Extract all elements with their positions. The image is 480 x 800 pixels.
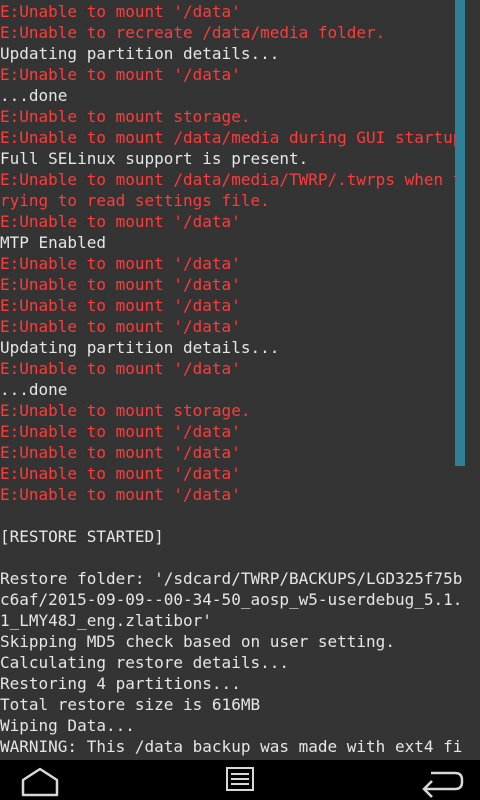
console-line: Restore folder: '/sdcard/TWRP/BACKUPS/LG… xyxy=(0,569,463,588)
console-error-line: E:Unable to mount storage. xyxy=(0,107,251,126)
console-error-line: E:Unable to mount '/data' xyxy=(0,212,241,231)
console-error-line: E:Unable to recreate /data/media folder. xyxy=(0,23,386,42)
console-line: ...done xyxy=(0,86,68,105)
console-error-line: E:Unable to mount '/data' xyxy=(0,2,241,21)
console-error-line: E:Unable to mount '/data' xyxy=(0,485,241,504)
console-line: Total restore size is 616MB xyxy=(0,695,261,714)
console-error-line: E:Unable to mount '/data' xyxy=(0,359,241,378)
console-error-line: E:Unable to mount '/data' xyxy=(0,317,241,336)
console-line: Wiping Data... xyxy=(0,716,135,735)
twrp-screen: E:Unable to mount '/data' E:Unable to rec… xyxy=(0,0,480,800)
console-error-line: E:Unable to mount '/data' xyxy=(0,422,241,441)
console-line: MTP Enabled xyxy=(0,233,106,252)
console-line: WARNING: This /data backup was made with… xyxy=(0,737,463,756)
console-menu-icon xyxy=(226,767,254,791)
console-scrollbar[interactable] xyxy=(455,0,465,466)
console-output[interactable]: E:Unable to mount '/data' E:Unable to rec… xyxy=(0,0,480,761)
home-icon xyxy=(21,767,59,797)
back-button[interactable] xyxy=(400,760,480,800)
console-line: Restoring 4 partitions... xyxy=(0,674,241,693)
console-error-line: E:Unable to mount '/data' xyxy=(0,464,241,483)
console-error-line: E:Unable to mount '/data' xyxy=(0,275,241,294)
console-line: [RESTORE STARTED] xyxy=(0,527,164,546)
navigation-bar xyxy=(0,760,480,800)
console-line: Full SELinux support is present. xyxy=(0,149,309,168)
console-line: Updating partition details... xyxy=(0,44,280,63)
console-line: Skipping MD5 check based on user setting… xyxy=(0,632,395,651)
console-error-line: E:Unable to mount '/data' xyxy=(0,65,241,84)
console-line: Calculating restore details... xyxy=(0,653,289,672)
home-button[interactable] xyxy=(0,760,80,800)
console-error-line: E:Unable to mount '/data' xyxy=(0,443,241,462)
console-error-line: E:Unable to mount /data/media during GUI… xyxy=(0,128,463,147)
console-line: ...done xyxy=(0,380,68,399)
console-error-line: E:Unable to mount '/data' xyxy=(0,254,241,273)
console-line: 1_LMY48J_eng.zlatibor' xyxy=(0,611,212,630)
console-error-line: rying to read settings file. xyxy=(0,191,270,210)
console-error-line: E:Unable to mount /data/media/TWRP/.twrp… xyxy=(0,170,463,189)
console-line: Updating partition details... xyxy=(0,338,280,357)
console-line: c6af/2015-09-09--00-34-50_aosp_w5-userde… xyxy=(0,590,463,609)
console-error-line: E:Unable to mount '/data' xyxy=(0,296,241,315)
console-button[interactable] xyxy=(200,760,280,800)
back-icon xyxy=(422,771,464,798)
console-error-line: E:Unable to mount storage. xyxy=(0,401,251,420)
